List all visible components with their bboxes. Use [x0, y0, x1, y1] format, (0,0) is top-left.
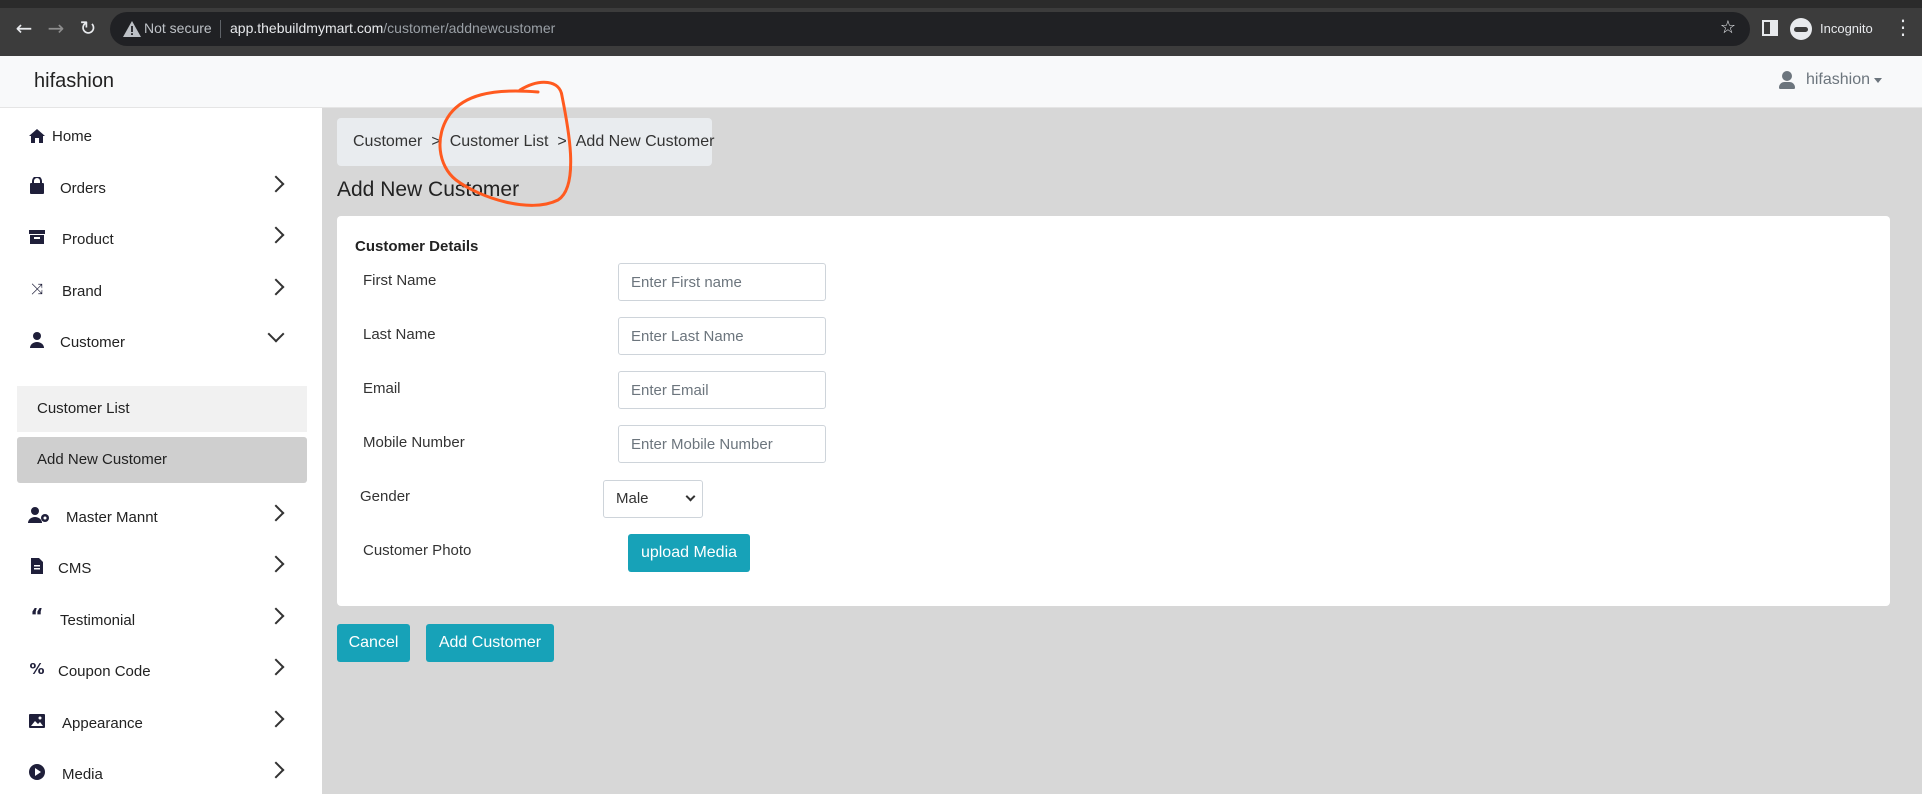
mobile-number-input[interactable]: [618, 425, 826, 463]
chevron-down-icon: [267, 325, 285, 343]
sidebar-item-appearance[interactable]: Appearance: [16, 699, 306, 747]
breadcrumb-item-customer-list[interactable]: Customer List: [450, 133, 549, 150]
url-host: app.thebuildmymart.com: [230, 20, 384, 36]
email-label: Email: [363, 380, 401, 397]
brand-name[interactable]: hifashion: [34, 70, 114, 93]
user-icon: [30, 332, 44, 348]
last-name-input[interactable]: [618, 317, 826, 355]
star-icon[interactable]: ☆: [1720, 17, 1736, 38]
incognito-icon[interactable]: [1790, 18, 1812, 40]
tab-strip: [0, 0, 1922, 8]
section-title: Customer Details: [355, 238, 479, 255]
sidebar-subitem-add-new-customer[interactable]: Add New Customer: [17, 437, 307, 483]
user-menu[interactable]: hifashion: [1778, 71, 1882, 89]
back-arrow-icon[interactable]: ←: [12, 16, 36, 40]
sidebar-item-label: Media: [62, 765, 103, 783]
gender-select[interactable]: Male: [603, 480, 703, 518]
breadcrumb-item-current: Add New Customer: [575, 133, 715, 150]
shopping-bag-icon: [30, 177, 44, 194]
sidebar-item-label: Home: [52, 127, 93, 145]
url-text: app.thebuildmymart.com/customer/addnewcu…: [230, 20, 555, 36]
customer-photo-label: Customer Photo: [363, 542, 472, 559]
app-header: hifashion hifashion: [0, 56, 1922, 108]
breadcrumb-separator: >: [557, 133, 567, 150]
warning-icon: [123, 21, 141, 37]
upload-media-button[interactable]: upload Media: [628, 534, 750, 572]
breadcrumb: Customer > Customer List > Add New Customer: [337, 118, 715, 166]
gender-label: Gender: [360, 488, 411, 505]
caret-down-icon: [1874, 77, 1882, 83]
customer-details-card: Customer Details First Name Last Name Em…: [337, 216, 1890, 606]
sidebar-item-product[interactable]: Product: [16, 215, 306, 263]
quote-icon: “: [30, 604, 44, 628]
percent-icon: %: [29, 660, 45, 678]
sidebar-item-home[interactable]: Home: [16, 112, 306, 160]
user-icon: [1778, 71, 1796, 89]
shuffle-icon: ⤨: [30, 280, 43, 298]
archive-box-icon: [29, 230, 45, 244]
sidebar-item-customer[interactable]: Customer: [16, 318, 306, 366]
sidebar-item-label: Orders: [60, 179, 106, 197]
sidebar-subitem-customer-list[interactable]: Customer List: [17, 386, 307, 432]
browser-chrome: ← → ↻ Not secure app.thebuildmymart.com/…: [0, 0, 1922, 56]
chevron-right-icon: [267, 761, 285, 779]
sidebar-item-label: CMS: [58, 559, 92, 577]
first-name-input[interactable]: [618, 263, 826, 301]
sidebar-item-label: Product: [62, 230, 114, 248]
reload-icon[interactable]: ↻: [76, 16, 100, 40]
chevron-right-icon: [267, 175, 285, 193]
sidebar-item-label: Testimonial: [60, 611, 136, 629]
breadcrumb-separator: >: [431, 133, 441, 150]
add-customer-button[interactable]: Add Customer: [426, 624, 554, 662]
sidebar-item-label: Customer: [60, 333, 126, 351]
user-name: hifashion: [1805, 71, 1870, 88]
document-icon: [31, 558, 43, 574]
sidebar-item-testimonial[interactable]: “ Testimonial: [16, 596, 306, 644]
omnibox-divider: [220, 20, 221, 38]
url-path: /customer/addnewcustomer: [383, 20, 556, 36]
incognito-label[interactable]: Incognito: [1820, 21, 1873, 36]
sidebar: Home Orders Product ⤨ Brand Customer Cus…: [0, 108, 322, 794]
sidebar-item-label: Appearance: [62, 714, 143, 732]
first-name-label: First Name: [363, 272, 437, 289]
user-gear-icon: [28, 507, 49, 523]
sidebar-item-media[interactable]: Media: [16, 750, 306, 794]
not-secure-label: Not secure: [144, 20, 212, 36]
home-icon: [29, 129, 45, 143]
chevron-right-icon: [267, 504, 285, 522]
gender-selected-value: Male: [616, 490, 649, 507]
chevron-right-icon: [267, 278, 285, 296]
sidebar-item-label: Master Mannt: [66, 508, 158, 526]
sidebar-item-label: Brand: [62, 282, 103, 300]
last-name-label: Last Name: [363, 326, 436, 343]
page-title: Add New Customer: [337, 178, 520, 201]
sidebar-item-coupon-code[interactable]: % Coupon Code: [16, 647, 306, 695]
chevron-right-icon: [267, 658, 285, 676]
forward-arrow-icon[interactable]: →: [44, 16, 68, 40]
chevron-right-icon: [267, 226, 285, 244]
image-icon: [29, 714, 45, 728]
chevron-right-icon: [267, 710, 285, 728]
play-circle-icon: [29, 764, 45, 780]
chevron-right-icon: [267, 555, 285, 573]
sidebar-item-master-mannt[interactable]: Master Mannt: [16, 493, 306, 541]
cancel-button[interactable]: Cancel: [337, 624, 410, 662]
sidebar-item-orders[interactable]: Orders: [16, 164, 306, 212]
chevron-right-icon: [267, 607, 285, 625]
sidebar-item-brand[interactable]: ⤨ Brand: [16, 267, 306, 315]
breadcrumb-item-customer[interactable]: Customer: [353, 133, 422, 150]
side-panel-icon[interactable]: [1762, 20, 1778, 36]
address-bar[interactable]: Not secure app.thebuildmymart.com/custom…: [110, 12, 1750, 46]
mobile-number-label: Mobile Number: [363, 434, 465, 451]
sidebar-item-cms[interactable]: CMS: [16, 544, 306, 592]
email-input[interactable]: [618, 371, 826, 409]
chevron-down-icon: [685, 491, 696, 502]
sidebar-item-label: Coupon Code: [58, 662, 151, 680]
kebab-menu-icon[interactable]: ⋮: [1893, 14, 1913, 40]
